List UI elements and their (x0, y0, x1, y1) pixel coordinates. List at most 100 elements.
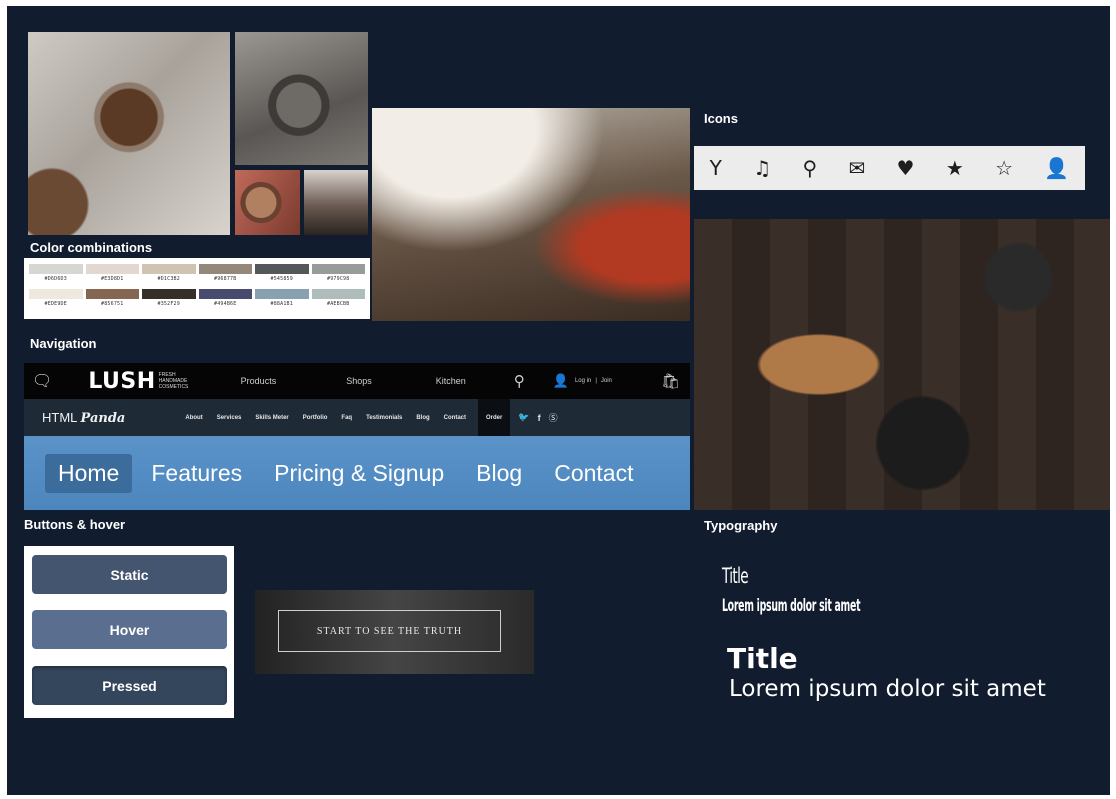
heart-icon[interactable]: ♥ (897, 156, 915, 180)
swatch-code: #979C98 (327, 276, 350, 282)
buttons-panel: Static Hover Pressed (24, 546, 234, 718)
panda-nav-bar: HTML Panda About Services Skills Meter Port… (24, 399, 690, 436)
lush-logo[interactable]: LUSH (88, 369, 155, 394)
palette-row: #EDE9DE #856751 #352F29 #494B6E #88A1B1 #AEBC… (24, 289, 370, 307)
color-swatch: #88A1B1 (255, 289, 309, 307)
flatlay-photo (28, 32, 230, 235)
swatch-chip (142, 264, 196, 274)
panda-nav-item[interactable]: Testimonials (366, 415, 402, 421)
swatch-code: #E3D8D1 (101, 276, 124, 282)
swatch-code: #D1C3B2 (157, 276, 180, 282)
navigation-label: Navigation (30, 336, 97, 351)
color-swatch: #96877B (198, 264, 252, 282)
panda-nav-item[interactable]: Portfolio (303, 415, 328, 421)
main-nav-item[interactable]: Blog (463, 454, 535, 493)
filter-icon[interactable]: Y (710, 156, 722, 180)
panda-nav-item[interactable]: About (185, 415, 202, 421)
swatch-code: #352F29 (157, 301, 180, 307)
star-icon[interactable]: ★ (946, 156, 964, 180)
palette-row: #D6D6D3 #E3D8D1 #D1C3B2 #96877B #545859 #979C… (24, 264, 370, 282)
start-truth-button[interactable]: START TO SEE THE TRUTH (278, 610, 501, 652)
panda-nav-item[interactable]: Faq (341, 415, 352, 421)
swatch-code: #856751 (101, 301, 124, 307)
sans-title: Title (727, 642, 798, 675)
color-swatch: #545859 (255, 264, 309, 282)
main-nav-bar: Home Features Pricing & Signup Blog Contact (24, 436, 690, 510)
icons-label: Icons (704, 111, 738, 126)
swatch-code: #AEBCBB (327, 301, 350, 307)
color-swatch: #856751 (85, 289, 139, 307)
swatch-chip (29, 264, 83, 274)
main-nav-item[interactable]: Features (138, 454, 255, 493)
panda-nav-item[interactable]: Services (217, 415, 242, 421)
nav-item-kitchen[interactable]: Kitchen (436, 376, 466, 386)
panda-nav-items: About Services Skills Meter Portfolio Faq Tes… (185, 415, 466, 421)
bar-photo (304, 170, 368, 235)
panda-brand-prefix: HTML (42, 409, 77, 425)
meeting-photo (372, 108, 690, 321)
swatch-code: #96877B (214, 276, 237, 282)
join-link[interactable]: Join (601, 378, 612, 384)
swatch-code: #88A1B1 (270, 301, 293, 307)
color-combinations-label: Color combinations (30, 240, 153, 255)
swatch-chip (311, 264, 365, 274)
music-icon[interactable]: ♫ (753, 156, 771, 180)
skype-icon[interactable]: Ⓢ (549, 411, 558, 424)
swatch-chip (29, 289, 83, 299)
user-icon[interactable]: 👤 (1044, 156, 1069, 180)
swatch-chip (85, 264, 139, 274)
envelope-icon[interactable]: ✉ (848, 156, 865, 180)
static-button[interactable]: Static (32, 555, 227, 594)
condensed-subtitle: Lorem ipsum dolor sit amet (722, 596, 861, 616)
swatch-code: #D6D6D3 (44, 276, 67, 282)
login-link[interactable]: Log in (575, 378, 591, 384)
panda-brand[interactable]: HTML Panda (42, 410, 125, 426)
nav-item-shops[interactable]: Shops (346, 376, 372, 386)
panda-nav-item[interactable]: Blog (416, 415, 429, 421)
truth-banner: START TO SEE THE TRUTH (255, 590, 534, 674)
color-swatch: #D6D6D3 (29, 264, 83, 282)
lush-tagline: FRESH HANDMADE COSMETICS (158, 372, 189, 390)
buttons-hover-label: Buttons & hover (24, 517, 126, 532)
lettering-photo (235, 32, 368, 165)
swatch-code: #545859 (270, 276, 293, 282)
facebook-icon[interactable]: f (538, 413, 541, 423)
sans-subtitle: Lorem ipsum dolor sit amet (729, 676, 1046, 702)
color-palette: #D6D6D3 #E3D8D1 #D1C3B2 #96877B #545859 #979C… (24, 258, 370, 319)
swatch-chip (85, 289, 139, 299)
basket-icon[interactable]: 🛍 (661, 372, 680, 390)
swatch-code: #494B6E (214, 301, 237, 307)
panda-nav-item[interactable]: Skills Meter (255, 415, 288, 421)
nav-separator: | (595, 378, 597, 384)
color-swatch: #979C98 (311, 264, 365, 282)
search-icon[interactable]: ⚲ (514, 372, 525, 390)
chat-icon[interactable]: 🗨 (32, 371, 52, 391)
twitter-icon[interactable]: 🐦 (518, 412, 529, 423)
pressed-button[interactable]: Pressed (32, 666, 227, 705)
hover-button[interactable]: Hover (32, 610, 227, 649)
order-button[interactable]: Order (478, 399, 511, 436)
color-swatch: #D1C3B2 (142, 264, 196, 282)
condensed-title: Title (722, 564, 749, 588)
search-icon[interactable]: ⚲ (802, 156, 817, 180)
main-nav-item[interactable]: Home (45, 453, 133, 493)
user-icon[interactable]: 👤 (553, 373, 569, 389)
swatch-chip (198, 264, 252, 274)
star-outline-icon[interactable]: ☆ (995, 156, 1013, 180)
panda-nav-item[interactable]: Contact (444, 415, 466, 421)
moodboard: Color combinations #D6D6D3 #E3D8D1 #D1C3B2… (7, 6, 1110, 795)
color-swatch: #E3D8D1 (85, 264, 139, 282)
color-swatch: #EDE9DE (29, 289, 83, 307)
icon-strip: Y ♫ ⚲ ✉ ♥ ★ ☆ 👤 (694, 146, 1085, 190)
main-nav-items: Home Features Pricing & Signup Blog Contact (45, 453, 652, 493)
swatch-chip (255, 289, 309, 299)
swatch-chip (311, 289, 365, 299)
color-swatch: #352F29 (142, 289, 196, 307)
main-nav-item[interactable]: Contact (541, 454, 646, 493)
main-nav-item[interactable]: Pricing & Signup (261, 454, 457, 493)
swatch-chip (198, 289, 252, 299)
typography-label: Typography (704, 518, 778, 533)
nav-item-products[interactable]: Products (241, 376, 277, 386)
swatch-chip (142, 289, 196, 299)
color-swatch: #494B6E (198, 289, 252, 307)
